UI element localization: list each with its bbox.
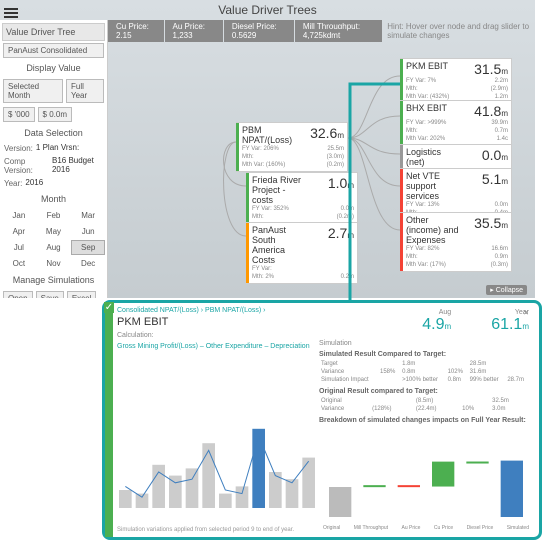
month-feb[interactable]: Feb [37, 208, 71, 223]
version-label: Version: [2, 143, 35, 154]
chart-note: Simulation variations applied from selec… [117, 527, 294, 533]
metric-aug: Aug 4.9m [422, 309, 451, 334]
sec3-header: Breakdown of simulated changes impacts o… [319, 417, 529, 424]
close-icon[interactable]: ✕ [523, 309, 529, 317]
month-jun[interactable]: Jun [71, 224, 105, 239]
detail-panel: ✓ Consolidated NPAT/(Loss) › PBM NPAT/(L… [102, 300, 542, 540]
year-value: 2016 [25, 178, 43, 189]
month-sep[interactable]: Sep [71, 240, 105, 255]
year-label: Year: [2, 178, 24, 189]
app-window: Value Driver Trees Cu Price: 2.15 Au Pri… [0, 0, 535, 298]
month-jan[interactable]: Jan [2, 208, 36, 223]
simulation-label: Simulation [319, 340, 352, 347]
monthly-chart [117, 413, 317, 523]
waterfall-labels: OriginalMill ThroughputAu PriceCu PriceD… [323, 525, 529, 531]
table-sim-target: Target1.8m28.5mVariance158%0.8m102%31.6m… [319, 360, 529, 384]
version-value: 1 Plan Vrsn: [36, 143, 79, 154]
table-orig-target: Original(8.5m)32.5mVariance(128%)(22.4m)… [319, 397, 529, 413]
month-aug[interactable]: Aug [37, 240, 71, 255]
sec1-header: Simulated Result Compared to Target: [319, 351, 529, 358]
manage-sim-header: Manage Simulations [2, 272, 105, 288]
node-pbm[interactable]: PBM NPAT/(Loss) 32.6m FY Var: 206%25.5m … [236, 122, 348, 172]
compversion-value: B16 Budget 2016 [52, 156, 105, 176]
check-icon: ✓ [104, 302, 114, 313]
status-bar-icon [400, 101, 403, 145]
unit-million-btn[interactable]: $ 0.0m [38, 107, 72, 122]
entity-select[interactable]: PanAust Consolidated [3, 43, 104, 58]
status-bar-icon [400, 213, 403, 271]
month-may[interactable]: May [37, 224, 71, 239]
sec2-header: Original Result compared to Target: [319, 388, 529, 395]
full-year-btn[interactable]: Full Year [66, 79, 104, 103]
sidebar: Value Driver Tree PanAust Consolidated D… [0, 20, 108, 298]
status-bar-icon [246, 223, 249, 283]
app-title: Value Driver Trees [0, 3, 535, 17]
waterfall-chart [323, 455, 529, 519]
node-panam[interactable]: PanAust South America Costs 2.7m FY Var:… [246, 222, 358, 284]
node-other[interactable]: Other (income) and Expenses 35.5m FY Var… [400, 212, 512, 272]
status-bar-icon [400, 145, 403, 169]
month-dec[interactable]: Dec [71, 256, 105, 271]
save-button[interactable]: Save [36, 291, 64, 298]
month-grid: JanFebMar AprMayJun JulAugSep OctNovDec [2, 208, 105, 271]
tree-header: Value Driver Tree [2, 23, 105, 41]
status-bar-icon [400, 59, 403, 103]
month-mar[interactable]: Mar [71, 208, 105, 223]
month-header: Month [2, 191, 105, 207]
collapse-button[interactable]: ▸ Collapse [486, 285, 527, 295]
detail-accent-bar [105, 303, 113, 537]
selected-month-btn[interactable]: Selected Month [3, 79, 63, 103]
month-apr[interactable]: Apr [2, 224, 36, 239]
month-nov[interactable]: Nov [37, 256, 71, 271]
status-bar-icon [246, 173, 249, 223]
excel-button[interactable]: Excel [67, 291, 97, 298]
display-value-header: Display Value [2, 60, 105, 76]
status-bar-icon [236, 123, 239, 171]
node-logistics[interactable]: Logistics (net) 0.0m [400, 144, 512, 170]
month-oct[interactable]: Oct [2, 256, 36, 271]
unit-thousand-btn[interactable]: $ '000 [3, 107, 35, 122]
node-bhx[interactable]: BHX EBIT 41.8m FY Var: >999%39.9m Mth:0.… [400, 100, 512, 146]
tree-canvas[interactable]: PBM NPAT/(Loss) 32.6m FY Var: 206%25.5m … [108, 36, 535, 298]
compversion-label: Comp Version: [2, 156, 51, 176]
month-jul[interactable]: Jul [2, 240, 36, 255]
open-button[interactable]: Open [3, 291, 33, 298]
node-frieda[interactable]: Frieda River Project - costs 1.0m FY Var… [246, 172, 358, 224]
node-pkm[interactable]: PKM EBIT 31.5m FY Var: 7%2.2m Mth:(2.9m)… [400, 58, 512, 104]
data-selection-header: Data Selection [2, 125, 105, 141]
